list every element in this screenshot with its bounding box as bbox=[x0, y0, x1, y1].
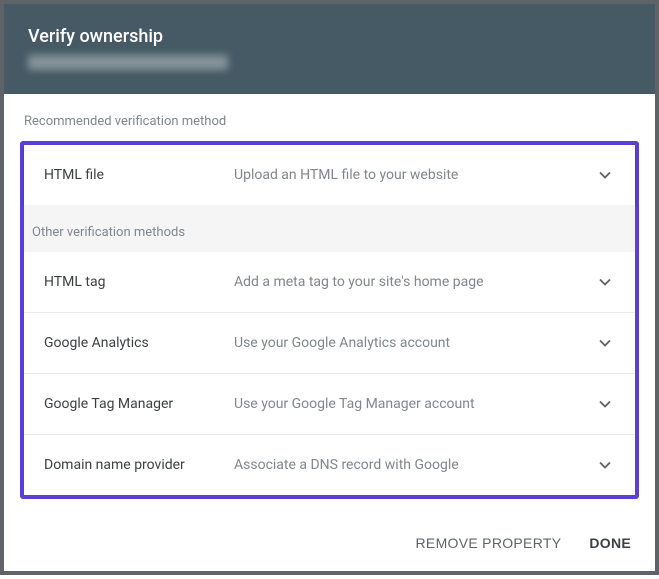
remove-property-button[interactable]: REMOVE PROPERTY bbox=[414, 527, 564, 559]
method-desc: Add a meta tag to your site's home page bbox=[234, 274, 595, 290]
dialog-title: Verify ownership bbox=[28, 26, 631, 47]
other-section-label: Other verification methods bbox=[24, 205, 635, 252]
method-desc: Use your Google Analytics account bbox=[234, 335, 595, 351]
method-desc: Use your Google Tag Manager account bbox=[234, 396, 595, 412]
method-desc: Associate a DNS record with Google bbox=[234, 457, 595, 473]
method-name: Domain name provider bbox=[44, 457, 234, 473]
method-html-file[interactable]: HTML file Upload an HTML file to your we… bbox=[24, 145, 635, 205]
method-name: Google Tag Manager bbox=[44, 396, 234, 412]
chevron-down-icon bbox=[595, 455, 615, 475]
recommended-section-label: Recommended verification method bbox=[24, 114, 639, 129]
chevron-down-icon bbox=[595, 394, 615, 414]
method-html-tag[interactable]: HTML tag Add a meta tag to your site's h… bbox=[24, 252, 635, 313]
method-domain-provider[interactable]: Domain name provider Associate a DNS rec… bbox=[24, 435, 635, 495]
dialog-header: Verify ownership bbox=[4, 4, 655, 94]
method-desc: Upload an HTML file to your website bbox=[234, 167, 595, 183]
chevron-down-icon bbox=[595, 165, 615, 185]
done-button[interactable]: DONE bbox=[587, 527, 633, 559]
dialog-footer: REMOVE PROPERTY DONE bbox=[4, 515, 655, 571]
verify-ownership-dialog: Verify ownership Recommended verificatio… bbox=[4, 4, 655, 571]
method-google-tag-manager[interactable]: Google Tag Manager Use your Google Tag M… bbox=[24, 374, 635, 435]
method-name: HTML tag bbox=[44, 274, 234, 290]
dialog-subtitle bbox=[28, 55, 228, 70]
chevron-down-icon bbox=[595, 272, 615, 292]
method-name: Google Analytics bbox=[44, 335, 234, 351]
method-google-analytics[interactable]: Google Analytics Use your Google Analyti… bbox=[24, 313, 635, 374]
verification-methods-highlight: HTML file Upload an HTML file to your we… bbox=[20, 141, 639, 499]
method-name: HTML file bbox=[44, 167, 234, 183]
dialog-content: Recommended verification method HTML fil… bbox=[4, 94, 655, 515]
chevron-down-icon bbox=[595, 333, 615, 353]
